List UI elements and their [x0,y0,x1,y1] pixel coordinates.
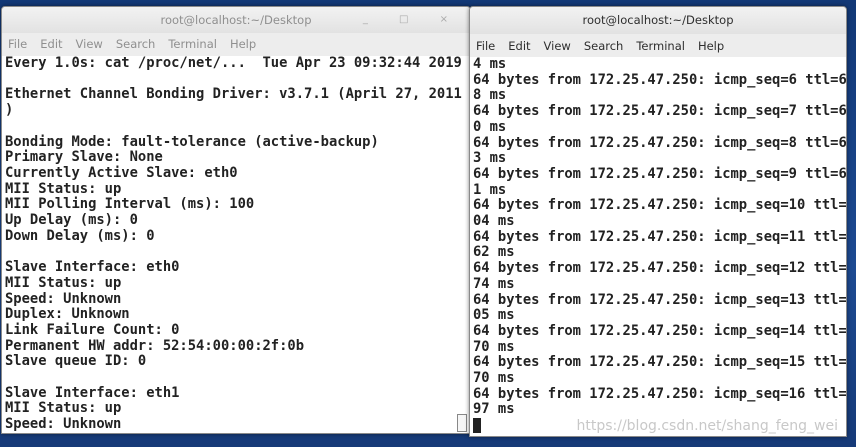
menu-terminal[interactable]: Terminal [168,37,217,51]
terminal-line: 62 ms [473,244,515,261]
terminal-line: 70 ms [473,338,515,355]
terminal-line: 64 bytes from 172.25.47.250: icmp_seq=13… [473,291,846,308]
terminal-line: 64 bytes from 172.25.47.250: icmp_seq=16… [473,385,846,402]
terminal-line: Speed: Unknown [5,416,122,433]
terminal-line: 4 ms [473,57,507,72]
menu-help[interactable]: Help [698,39,724,53]
left-menu-bar: File Edit View Search Terminal Help [2,33,470,55]
terminal-line: 1 ms [473,181,507,198]
terminal-line: MII Status: up [5,274,122,291]
menu-edit[interactable]: Edit [508,39,530,53]
terminal-line: ) [5,102,14,119]
terminal-line: Speed: Unknown [5,290,122,307]
left-terminal-output[interactable]: Every 1.0s: cat /proc/net/... Tue Apr 23… [2,56,470,433]
terminal-line: 64 bytes from 172.25.47.250: icmp_seq=10… [473,197,846,214]
terminal-line: 64 bytes from 172.25.47.250: icmp_seq=14… [473,322,846,339]
terminal-line: 05 ms [473,307,515,324]
terminal-line: MII Polling Interval (ms): 100 [5,196,255,213]
left-window-title: root@localhost:~/Desktop [160,13,312,27]
terminal-line: 74 ms [473,275,515,292]
terminal-line: 64 bytes from 172.25.47.250: icmp_seq=9 … [473,165,846,182]
terminal-line: 70 ms [473,370,515,387]
terminal-line: Permanent HW addr: 52:54:00:00:2f:0b [5,337,305,354]
menu-view[interactable]: View [544,39,571,53]
terminal-line: 64 bytes from 172.25.47.250: icmp_seq=6 … [473,71,846,88]
terminal-line: 3 ms [473,150,507,167]
menu-search[interactable]: Search [116,37,156,51]
right-terminal-window[interactable]: root@localhost:~/Desktop File Edit View … [469,6,847,437]
terminal-line: Primary Slave: None [5,149,163,166]
terminal-line: 0 ms [473,118,507,135]
window-controls[interactable]: _ □ × [363,7,462,33]
menu-view[interactable]: View [76,37,103,51]
terminal-line: Up Delay (ms): 0 [5,212,138,229]
watermark: https://blog.csdn.net/shang_feng_wei [576,418,838,434]
right-window-title: root@localhost:~/Desktop [582,13,734,27]
terminal-line: Duplex: Unknown [5,306,130,323]
left-title-bar[interactable]: root@localhost:~/Desktop _ □ × [2,7,470,33]
text-cursor [473,418,481,434]
left-terminal-window[interactable]: root@localhost:~/Desktop _ □ × File Edit… [1,6,471,434]
terminal-line: 8 ms [473,87,507,104]
terminal-line: MII Status: up [5,180,122,197]
menu-help[interactable]: Help [230,37,256,51]
menu-terminal[interactable]: Terminal [636,39,685,53]
terminal-line: 97 ms [473,401,515,418]
menu-file[interactable]: File [8,37,27,51]
terminal-line: Slave queue ID: 0 [5,353,147,370]
terminal-line: 64 bytes from 172.25.47.250: icmp_seq=15… [473,354,846,371]
terminal-line: Down Delay (ms): 0 [5,227,155,244]
menu-search[interactable]: Search [584,39,624,53]
terminal-line: Link Failure Count: 0 [5,321,180,338]
menu-file[interactable]: File [476,39,495,53]
terminal-line: Slave Interface: eth0 [5,259,180,276]
terminal-line: Every 1.0s: cat /proc/net/... Tue Apr 23… [5,56,462,71]
terminal-line: Bonding Mode: fault-tolerance (active-ba… [5,133,379,150]
right-menu-bar: File Edit View Search Terminal Help [470,35,846,57]
terminal-line: 64 bytes from 172.25.47.250: icmp_seq=12… [473,260,846,277]
right-terminal-output[interactable]: 4 ms 64 bytes from 172.25.47.250: icmp_se… [470,57,846,436]
terminal-line: Slave Interface: eth1 [5,384,180,401]
menu-edit[interactable]: Edit [40,37,62,51]
terminal-line: 04 ms [473,213,515,230]
terminal-line: 64 bytes from 172.25.47.250: icmp_seq=7 … [473,103,846,120]
terminal-line: MII Status: up [5,400,122,417]
terminal-line: Ethernet Channel Bonding Driver: v3.7.1 … [5,86,462,103]
terminal-line: 64 bytes from 172.25.47.250: icmp_seq=11… [473,228,846,245]
terminal-line: Currently Active Slave: eth0 [5,164,238,181]
scrollbar[interactable] [457,414,467,432]
right-title-bar[interactable]: root@localhost:~/Desktop [470,7,846,34]
terminal-line: 64 bytes from 172.25.47.250: icmp_seq=8 … [473,134,846,151]
